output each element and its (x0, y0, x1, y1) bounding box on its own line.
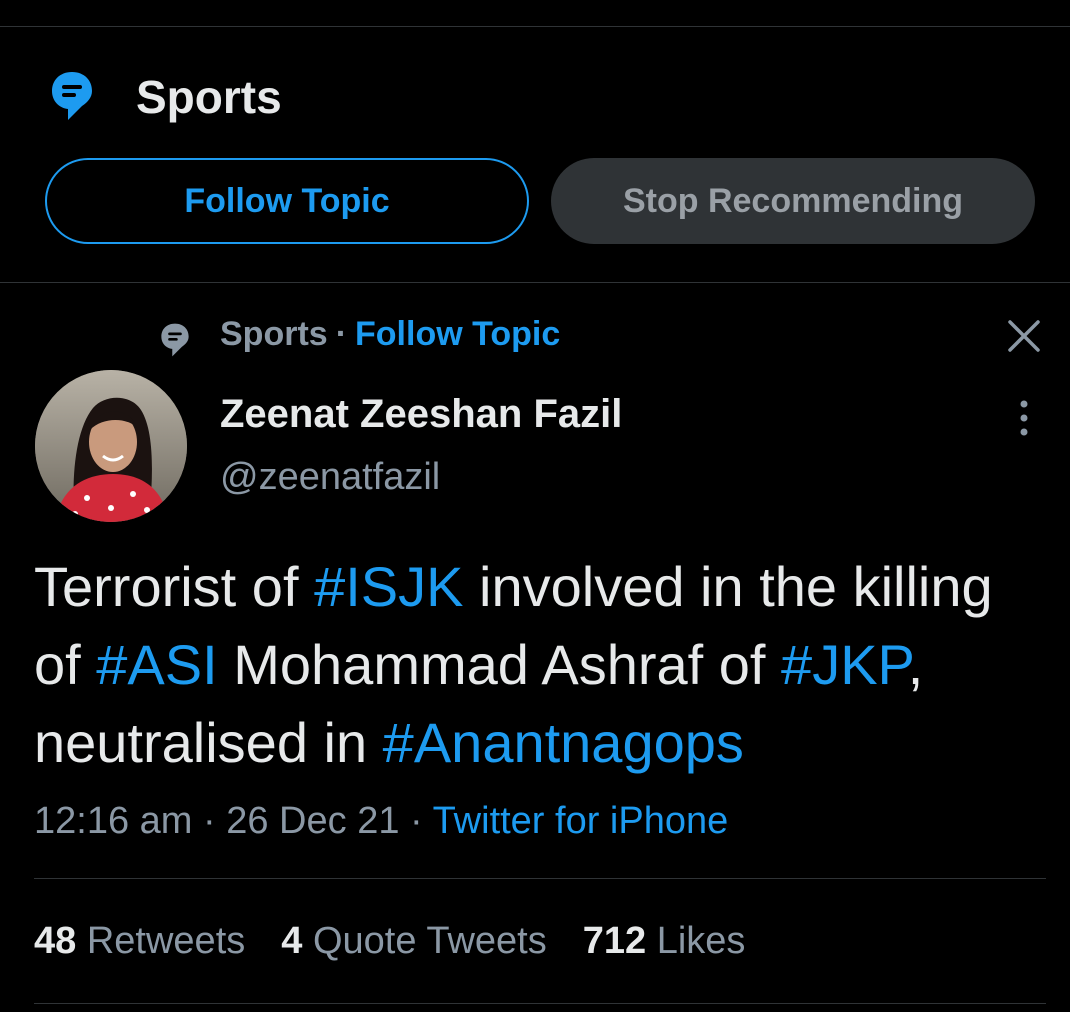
topic-bubble-icon (52, 72, 92, 120)
meta-separator: · (399, 800, 433, 842)
context-separator: · (335, 314, 348, 353)
likes-label: Likes (656, 920, 746, 962)
avatar[interactable] (35, 370, 187, 522)
context-follow-topic-link[interactable]: Follow Topic (355, 315, 560, 354)
top-divider (0, 26, 1070, 27)
stop-recommending-button[interactable]: Stop Recommending (551, 158, 1035, 244)
topic-header: Sports (50, 68, 282, 124)
author-name[interactable]: Zeenat Zeeshan Fazil (220, 392, 622, 437)
retweets-count: 48 (34, 920, 77, 962)
hashtag-link[interactable]: #ASI (96, 633, 217, 696)
author-handle[interactable]: @zeenatfazil (220, 456, 440, 499)
topic-context: Sports · Follow Topic (160, 312, 560, 357)
tweet-meta: 12:16 am · 26 Dec 21 · Twitter for iPhon… (34, 800, 728, 843)
tweet-text: Terrorist of #ISJK involved in the killi… (34, 548, 1044, 782)
follow-topic-button[interactable]: Follow Topic (45, 158, 529, 244)
hashtag-link[interactable]: #Anantnagops (383, 711, 744, 774)
topic-bubble-icon (161, 323, 189, 357)
tweet-stats: 48 Retweets 4 Quote Tweets 712 Likes (34, 920, 781, 963)
topic-title: Sports (136, 71, 282, 123)
context-topic-link[interactable]: Sports (220, 315, 328, 354)
tweet-text-part: Mohammad Ashraf of (217, 633, 782, 696)
tweet-date[interactable]: 26 Dec 21 (226, 800, 399, 842)
retweets-label: Retweets (86, 920, 246, 962)
retweets-stat[interactable]: 48 Retweets (34, 920, 245, 963)
likes-stat[interactable]: 712 Likes (583, 920, 746, 963)
quote-tweets-stat[interactable]: 4 Quote Tweets (281, 920, 546, 963)
meta-separator: · (192, 800, 227, 842)
tweet-source-link[interactable]: Twitter for iPhone (433, 800, 729, 842)
hashtag-link[interactable]: #ISJK (314, 555, 463, 618)
stats-divider (34, 1003, 1046, 1004)
header-divider (0, 282, 1070, 283)
meta-divider (34, 878, 1046, 879)
quote-tweets-count: 4 (281, 920, 303, 962)
quote-tweets-label: Quote Tweets (312, 920, 547, 962)
tweet-time[interactable]: 12:16 am (34, 800, 192, 842)
more-vertical-icon[interactable] (1012, 398, 1036, 438)
hashtag-link[interactable]: #JKP (781, 633, 908, 696)
likes-count: 712 (582, 920, 647, 962)
close-icon[interactable] (1006, 318, 1042, 354)
tweet-text-part: Terrorist of (34, 555, 315, 618)
